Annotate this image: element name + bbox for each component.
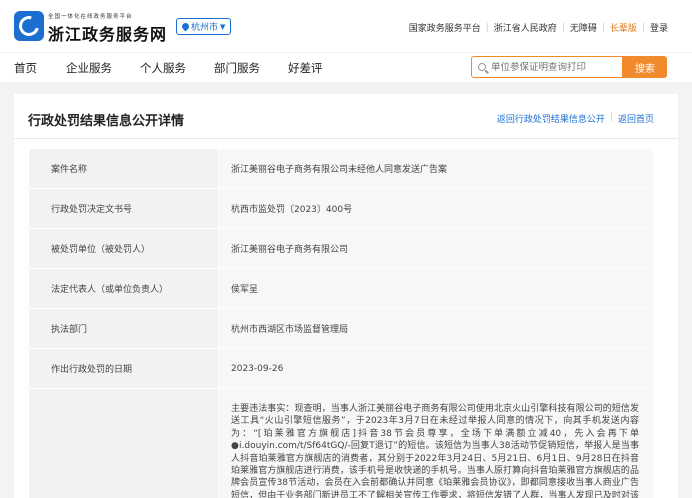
main-nav: 首页 企业服务 个人服务 部门服务 好差评 搜索 [0, 52, 692, 82]
back-to-list-link[interactable]: 返回行政处罚结果信息公开 [497, 112, 605, 125]
table-row: 法定代表人（或单位负责人） 侯军呈 [28, 268, 654, 309]
search-icon [478, 63, 486, 71]
row-value: 杭州市西湖区市场监督管理局 [218, 308, 654, 349]
table-row: 主要违法事实：现查明，当事人浙江美丽谷电子商务有限公司使用北京火山引擎科技有限公… [28, 388, 654, 498]
link-provincial-government[interactable]: 浙江省人民政府 [494, 21, 557, 34]
caret-down-icon: ▼ [220, 22, 226, 31]
detail-card: 行政处罚结果信息公开详情 返回行政处罚结果信息公开 | 返回首页 案件名称 浙江… [14, 94, 678, 498]
row-label: 案件名称 [28, 148, 219, 189]
top-header: 全国一体化在线政务服务平台 浙江政务服务网 杭州市 ▼ 国家政务服务平台 | 浙… [0, 0, 692, 52]
link-elder-mode[interactable]: 长辈版 [610, 21, 637, 34]
brand-title[interactable]: 浙江政务服务网 [48, 21, 167, 45]
row-label: 作出行政处罚的日期 [28, 348, 219, 389]
back-to-home-link[interactable]: 返回首页 [618, 112, 654, 125]
search-box [471, 56, 623, 78]
table-row: 被处罚单位（被处罚人） 浙江美丽谷电子商务有限公司 [28, 228, 654, 269]
row-value: 浙江美丽谷电子商务有限公司未经他人同意发送广告案 [218, 148, 654, 189]
zhejiang-logo-icon[interactable] [14, 11, 44, 41]
location-pin-icon [180, 21, 191, 32]
row-value: 2023-09-26 [218, 348, 654, 389]
row-label: 被处罚单位（被处罚人） [28, 228, 219, 269]
row-label: 法定代表人（或单位负责人） [28, 268, 219, 309]
brand-subtitle: 全国一体化在线政务服务平台 [48, 14, 133, 20]
row-value: 侯军呈 [218, 268, 654, 309]
search-button[interactable]: 搜索 [623, 56, 667, 78]
link-login[interactable]: 登录 [650, 21, 668, 34]
detail-table: 案件名称 浙江美丽谷电子商务有限公司未经他人同意发送广告案 行政处罚决定文书号 … [28, 148, 654, 498]
row-value: 杭西市监处罚〔2023〕400号 [218, 188, 654, 229]
link-accessibility[interactable]: 无障碍 [570, 21, 597, 34]
nav-personal-services[interactable]: 个人服务 [140, 60, 186, 76]
nav-home[interactable]: 首页 [14, 60, 37, 76]
link-national-platform[interactable]: 国家政务服务平台 [409, 21, 481, 34]
page-title: 行政处罚结果信息公开详情 [28, 114, 185, 129]
title-links: 返回行政处罚结果信息公开 | 返回首页 [496, 112, 654, 125]
row-label [28, 388, 219, 498]
search-input[interactable] [491, 61, 611, 73]
nav-department-services[interactable]: 部门服务 [214, 60, 260, 76]
row-value: 浙江美丽谷电子商务有限公司 [218, 228, 654, 269]
table-row: 案件名称 浙江美丽谷电子商务有限公司未经他人同意发送广告案 [28, 148, 654, 189]
divider [14, 138, 678, 139]
table-row: 执法部门 杭州市西湖区市场监督管理局 [28, 308, 654, 349]
row-label: 行政处罚决定文书号 [28, 188, 219, 229]
city-label: 杭州市 [191, 23, 219, 33]
city-selector[interactable]: 杭州市 ▼ [176, 18, 232, 35]
top-links: 国家政务服务平台 | 浙江省人民政府 | 无障碍 | 长辈版 | 登录 [408, 21, 668, 35]
table-row: 作出行政处罚的日期 2023-09-26 [28, 348, 654, 389]
nav-enterprise-services[interactable]: 企业服务 [66, 60, 112, 76]
violation-facts-text: 主要违法事实：现查明，当事人浙江美丽谷电子商务有限公司使用北京火山引擎科技有限公… [218, 388, 654, 498]
nav-rating[interactable]: 好差评 [288, 60, 323, 76]
row-label: 执法部门 [28, 308, 219, 349]
table-row: 行政处罚决定文书号 杭西市监处罚〔2023〕400号 [28, 188, 654, 229]
